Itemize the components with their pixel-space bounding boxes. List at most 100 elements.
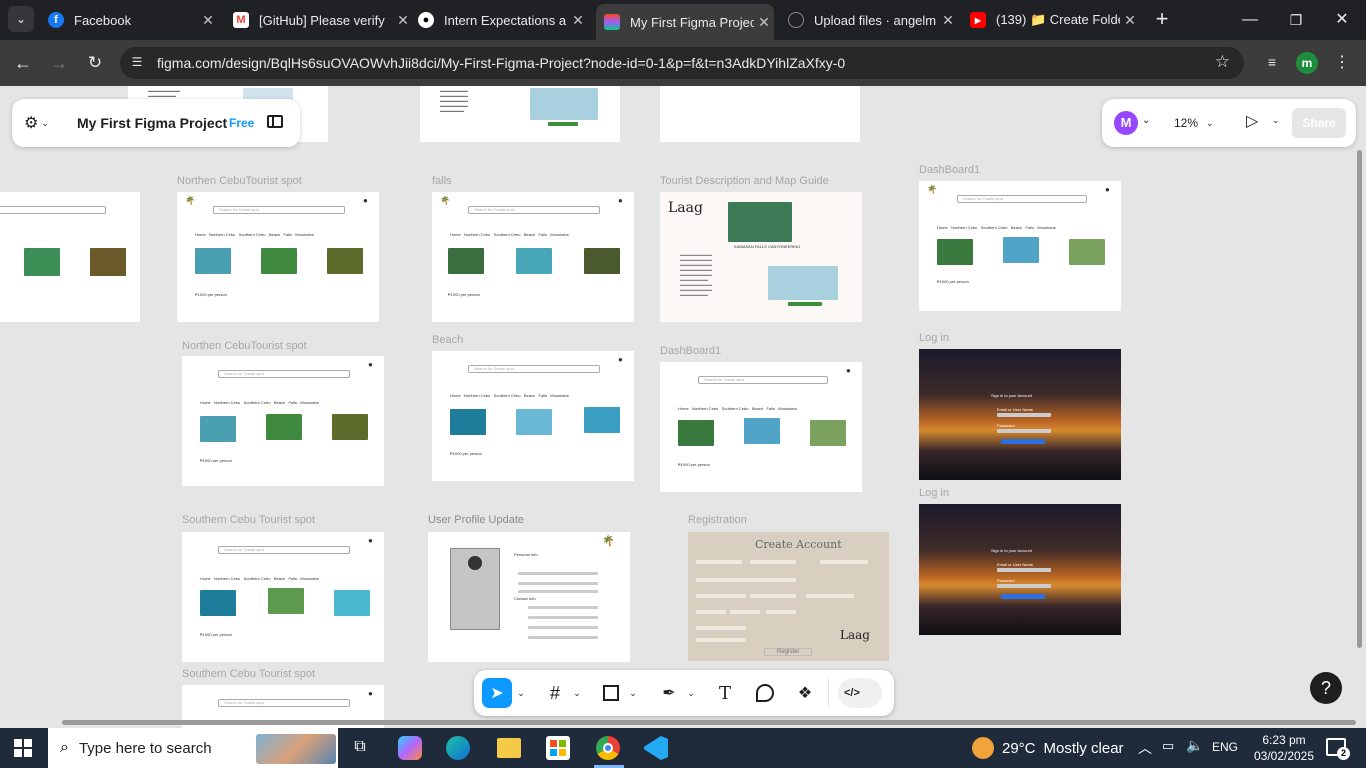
frame-label[interactable]: Log in <box>919 332 949 344</box>
close-icon[interactable]: ✕ <box>938 12 958 29</box>
share-button[interactable]: Share <box>1292 108 1346 138</box>
address-bar[interactable]: ☰ figma.com/design/BqlHs6suOVAOWvhJii8dc… <box>120 47 1244 79</box>
move-tool-button[interactable]: ➤ <box>482 678 512 708</box>
frame-label[interactable]: Southern Cebu Tourist spot <box>182 668 315 680</box>
frame-northen-cebu-1[interactable]: 🌴 Search for Tourist spot ● Home Norther… <box>177 192 379 322</box>
dev-mode-toggle[interactable]: </> <box>838 678 882 708</box>
frame-login-2[interactable]: Sign in to your Account Email or User Na… <box>919 504 1121 635</box>
frame-tool-button[interactable]: # <box>540 678 570 708</box>
vscode-icon[interactable] <box>644 736 668 760</box>
close-icon[interactable]: ✕ <box>754 14 774 31</box>
browser-menu-icon[interactable]: ⋮ <box>1334 52 1350 74</box>
reload-icon[interactable]: ↻ <box>82 50 108 76</box>
sidebar-toggle-icon[interactable] <box>267 115 283 128</box>
frame-label[interactable]: Registration <box>688 514 747 526</box>
tab-search-button[interactable]: ⌄ <box>8 6 34 32</box>
frame-northen-cebu-2[interactable]: Search for Tourist spot ● Home Northern … <box>182 356 384 486</box>
frame-label[interactable]: Northen CebuTourist spot <box>182 340 307 352</box>
frame-label[interactable]: Tourist Description and Map Guide <box>660 175 829 187</box>
language-indicator[interactable]: ENG <box>1212 740 1238 754</box>
frame-dashboard1-mid[interactable]: Search for Tourist spot ● Home Northern … <box>660 362 862 492</box>
start-button[interactable] <box>14 739 32 757</box>
actions-button[interactable]: ❖ <box>790 678 820 708</box>
site-info-icon[interactable]: ☰ <box>129 55 145 71</box>
maximize-button[interactable]: ❐ <box>1284 6 1308 34</box>
frame-label[interactable]: User Profile Update <box>428 514 524 526</box>
file-explorer-icon[interactable] <box>497 738 521 758</box>
frame-user-profile-update[interactable]: Personal Info Contact Info 🌴 <box>428 532 630 662</box>
horizontal-scrollbar[interactable] <box>62 720 1356 725</box>
edge-icon[interactable] <box>446 736 470 760</box>
chevron-down-icon[interactable]: ⌄ <box>626 678 640 708</box>
tray-chevron-up-icon[interactable]: ︿ <box>1138 738 1152 758</box>
plan-badge[interactable]: Free <box>229 116 254 130</box>
camera-icon[interactable]: ▭ <box>1162 738 1174 754</box>
zoom-control[interactable]: 12% ⌄ <box>1174 113 1224 133</box>
notification-center-button[interactable]: 2 <box>1326 738 1350 760</box>
vertical-scrollbar[interactable] <box>1357 150 1362 648</box>
tab-gmail[interactable]: M [GitHub] Please verify ✕ <box>233 6 413 34</box>
help-button[interactable]: ? <box>1310 672 1342 704</box>
user-avatar[interactable]: M <box>1114 111 1138 135</box>
tab-youtube[interactable]: ▶ (139) 📁 Create Folde ✕ <box>970 6 1140 34</box>
frame-label[interactable]: Beach <box>432 334 463 346</box>
profile-avatar[interactable]: m <box>1296 52 1318 74</box>
chevron-down-icon[interactable]: ⌄ <box>570 678 584 708</box>
chevron-down-icon[interactable]: ⌄ <box>684 678 698 708</box>
figma-menu-button[interactable]: ⚙ ⌄ <box>24 113 56 133</box>
present-play-icon[interactable]: ▷ <box>1246 111 1258 131</box>
close-icon[interactable]: ✕ <box>1120 12 1140 29</box>
tab-intern[interactable]: ● Intern Expectations a ✕ <box>418 6 588 34</box>
project-name[interactable]: My First Figma Project <box>77 115 227 131</box>
frame-southern-cebu-1[interactable]: Search for Tourist spot ● Home Northern … <box>182 532 384 662</box>
frame-falls[interactable]: 🌴 Search for Tourist spot ● Home Norther… <box>432 192 634 322</box>
youtube-icon: ▶ <box>970 12 986 28</box>
minimize-button[interactable]: — <box>1238 6 1262 34</box>
frame-top-right[interactable] <box>660 86 860 142</box>
task-view-icon[interactable]: ⧉ <box>350 738 370 758</box>
store-icon[interactable] <box>546 736 570 760</box>
weather-temp: 29°C <box>1002 739 1036 757</box>
frame-label[interactable]: DashBoard1 <box>919 164 980 176</box>
frame-login-1[interactable]: Sign in to your Account Email or User Na… <box>919 349 1121 480</box>
frame-beach[interactable]: Search for Tourist spot ● Home Northern … <box>432 351 634 481</box>
frame-label[interactable]: Log in <box>919 487 949 499</box>
close-icon[interactable]: ✕ <box>568 12 588 29</box>
taskbar-search[interactable]: ⌕ Type here to search <box>48 728 338 768</box>
volume-icon[interactable]: 🔈 <box>1186 737 1203 754</box>
code-icon: </> <box>844 687 860 699</box>
comment-tool-button[interactable] <box>750 678 780 708</box>
text-tool-button[interactable]: T <box>710 678 740 708</box>
clock[interactable]: 6:23 pm 03/02/2025 <box>1252 732 1316 764</box>
media-control-icon[interactable]: ≡ <box>1262 54 1282 74</box>
chrome-icon[interactable] <box>596 736 620 760</box>
frame-label[interactable]: Northen CebuTourist spot <box>177 175 302 187</box>
frame-dashboard1-top[interactable]: 🌴 Search for Tourist spot ● Home Norther… <box>919 181 1121 311</box>
frame-label[interactable]: falls <box>432 175 452 187</box>
frame-label[interactable]: DashBoard1 <box>660 345 721 357</box>
tab-upload-files[interactable]: Upload files · angelm ✕ <box>788 6 958 34</box>
back-icon[interactable]: ← <box>10 50 36 76</box>
frame-registration[interactable]: Create Account Register Laag <box>688 532 889 661</box>
close-icon[interactable]: ✕ <box>198 12 218 29</box>
frame-top-mid[interactable]: ▬▬▬▬▬▬▬ ▬▬▬▬▬▬▬ ▬▬▬▬▬▬▬ ▬▬▬▬▬▬▬ ▬▬▬▬▬▬ <box>420 86 620 142</box>
tab-figma[interactable]: My First Figma Projec ✕ <box>596 4 774 40</box>
close-window-button[interactable]: ✕ <box>1330 6 1354 34</box>
new-tab-button[interactable]: + <box>1150 6 1174 34</box>
tab-facebook[interactable]: f Facebook ✕ <box>48 6 218 34</box>
frame-left-cut[interactable] <box>0 192 140 322</box>
frame-tourist-description[interactable]: Laag KAWASAN FALLS CANYONEERING ▬▬▬▬▬▬▬▬… <box>660 192 862 322</box>
shape-tool-button[interactable] <box>596 678 626 708</box>
copilot-icon[interactable] <box>398 736 422 760</box>
collaboration-panel: M ⌄ 12% ⌄ ▷ ⌄ Share <box>1102 99 1356 147</box>
figma-canvas[interactable]: ▬▬▬▬▬▬▬▬ ▬▬▬▬▬▬▬ ▬▬▬▬▬▬▬ ▬▬▬▬▬▬▬ ▬▬▬▬▬▬▬ ▬▬▬… <box>0 86 1366 728</box>
pen-tool-button[interactable]: ✒ <box>654 678 684 708</box>
weather-widget[interactable]: 29°C Mostly clear <box>972 734 1124 762</box>
chevron-down-icon[interactable]: ⌄ <box>1142 115 1150 126</box>
chevron-down-icon[interactable]: ⌄ <box>514 678 528 708</box>
forward-icon[interactable]: → <box>46 50 72 76</box>
close-icon[interactable]: ✕ <box>393 12 413 29</box>
bookmark-star-icon[interactable]: ☆ <box>1215 52 1230 72</box>
frame-label[interactable]: Southern Cebu Tourist spot <box>182 514 315 526</box>
chevron-down-icon[interactable]: ⌄ <box>1272 115 1280 126</box>
